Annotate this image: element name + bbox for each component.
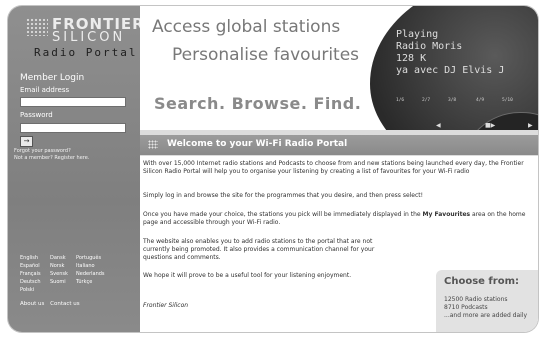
display-line: ya avec DJ Elvis J xyxy=(396,65,505,76)
prev-arrow-icon: ◀ xyxy=(436,122,441,129)
language-row: Français Svensk Nederlands xyxy=(20,271,132,279)
member-login-title: Member Login xyxy=(20,73,85,83)
lang-link[interactable]: Dansk xyxy=(50,255,66,261)
language-list: English Dansk Português Español Norsk It… xyxy=(20,255,132,295)
preset-label: 4/9 xyxy=(476,98,485,103)
preset-label: 5/10 xyxy=(502,98,513,103)
lang-link[interactable]: Deutsch xyxy=(20,279,41,285)
language-row: Español Norsk Italiano xyxy=(20,263,132,271)
display-line: 128 K xyxy=(396,53,427,64)
email-label: Email address xyxy=(20,86,70,94)
password-label: Password xyxy=(20,111,53,119)
sidebar: FRONTIER SILICON Radio Portal Member Log… xyxy=(8,6,144,332)
lang-link[interactable]: Norsk xyxy=(50,263,64,269)
add-stations-paragraph: The website also enables you to add radi… xyxy=(143,238,375,261)
header-banner: Access global stations Personalise favou… xyxy=(140,6,538,130)
choose-from-box: Choose from: 12500 Radio stations 8710 P… xyxy=(436,270,538,332)
my-favourites-text: My Favourites xyxy=(422,211,471,218)
lang-link[interactable]: Türkçe xyxy=(76,279,92,285)
register-link[interactable]: Register here. xyxy=(54,155,89,161)
lang-link[interactable]: English xyxy=(20,255,38,261)
preset-label: 3/8 xyxy=(448,98,457,103)
lang-link[interactable]: Polski xyxy=(20,287,34,293)
portal-frame: FRONTIER SILICON Radio Portal Member Log… xyxy=(8,6,538,332)
choose-line: 12500 Radio stations xyxy=(444,296,508,303)
preset-label: 2/7 xyxy=(422,98,431,103)
lang-link[interactable]: Português xyxy=(76,255,101,261)
enjoyment-paragraph: We hope it will prove to be a useful too… xyxy=(143,272,352,279)
tagline-personalise: Personalise favourites xyxy=(172,45,360,65)
language-row: English Dansk Português xyxy=(20,255,132,263)
welcome-grid-icon xyxy=(148,140,158,149)
lang-link[interactable]: Italiano xyxy=(76,263,95,269)
lang-link[interactable]: Svensk xyxy=(50,271,68,277)
next-arrow-icon: ▶ xyxy=(528,122,533,129)
login-paragraph: Simply log in and browse the site for th… xyxy=(143,192,424,199)
language-row: Polski xyxy=(20,287,132,295)
about-us-link[interactable]: About us xyxy=(20,301,44,307)
main-content: With over 15,000 Internet radio stations… xyxy=(140,156,538,332)
tagline-search: Search. Browse. Find. xyxy=(154,94,362,113)
logo-grid-icon xyxy=(26,18,48,36)
not-member-label: Not a member? xyxy=(14,155,53,161)
lang-link[interactable]: Nederlands xyxy=(76,271,105,277)
welcome-title: Welcome to your Wi-Fi Radio Portal xyxy=(167,139,348,149)
tagline-access: Access global stations xyxy=(152,17,341,37)
intro-paragraph: With over 15,000 Internet radio stations… xyxy=(143,160,524,175)
lang-link[interactable]: Español xyxy=(20,263,40,269)
preset-label: 1/6 xyxy=(396,98,405,103)
signature: Frontier Silicon xyxy=(143,302,189,309)
lang-link[interactable]: Français xyxy=(20,271,41,277)
display-line: Playing xyxy=(396,29,439,40)
welcome-bar: Welcome to your Wi-Fi Radio Portal xyxy=(140,135,538,155)
choose-line: ...and more are added daily xyxy=(444,312,528,319)
choose-from-title: Choose from: xyxy=(444,276,519,287)
lang-link[interactable]: Suomi xyxy=(50,279,66,285)
login-button[interactable]: → xyxy=(20,136,33,147)
language-row: Deutsch Suomi Türkçe xyxy=(20,279,132,287)
password-field[interactable] xyxy=(20,123,126,133)
not-member-text: Not a member? Register here. xyxy=(14,155,89,161)
footer-links: About us Contact us xyxy=(20,301,84,307)
display-line: Radio Moris xyxy=(396,41,463,52)
logo-radio-portal: Radio Portal xyxy=(34,46,138,59)
favourites-text-1: Once you have made your choice, the stat… xyxy=(143,211,423,218)
forgot-password-link[interactable]: Forgot your password? xyxy=(14,148,71,154)
email-field[interactable] xyxy=(20,97,126,107)
favourites-paragraph: Once you have made your choice, the stat… xyxy=(143,211,535,227)
play-icon: ■▶ xyxy=(485,122,496,129)
logo-silicon: SILICON xyxy=(52,30,126,45)
contact-us-link[interactable]: Contact us xyxy=(50,301,80,307)
choose-line: 8710 Podcasts xyxy=(444,304,488,311)
